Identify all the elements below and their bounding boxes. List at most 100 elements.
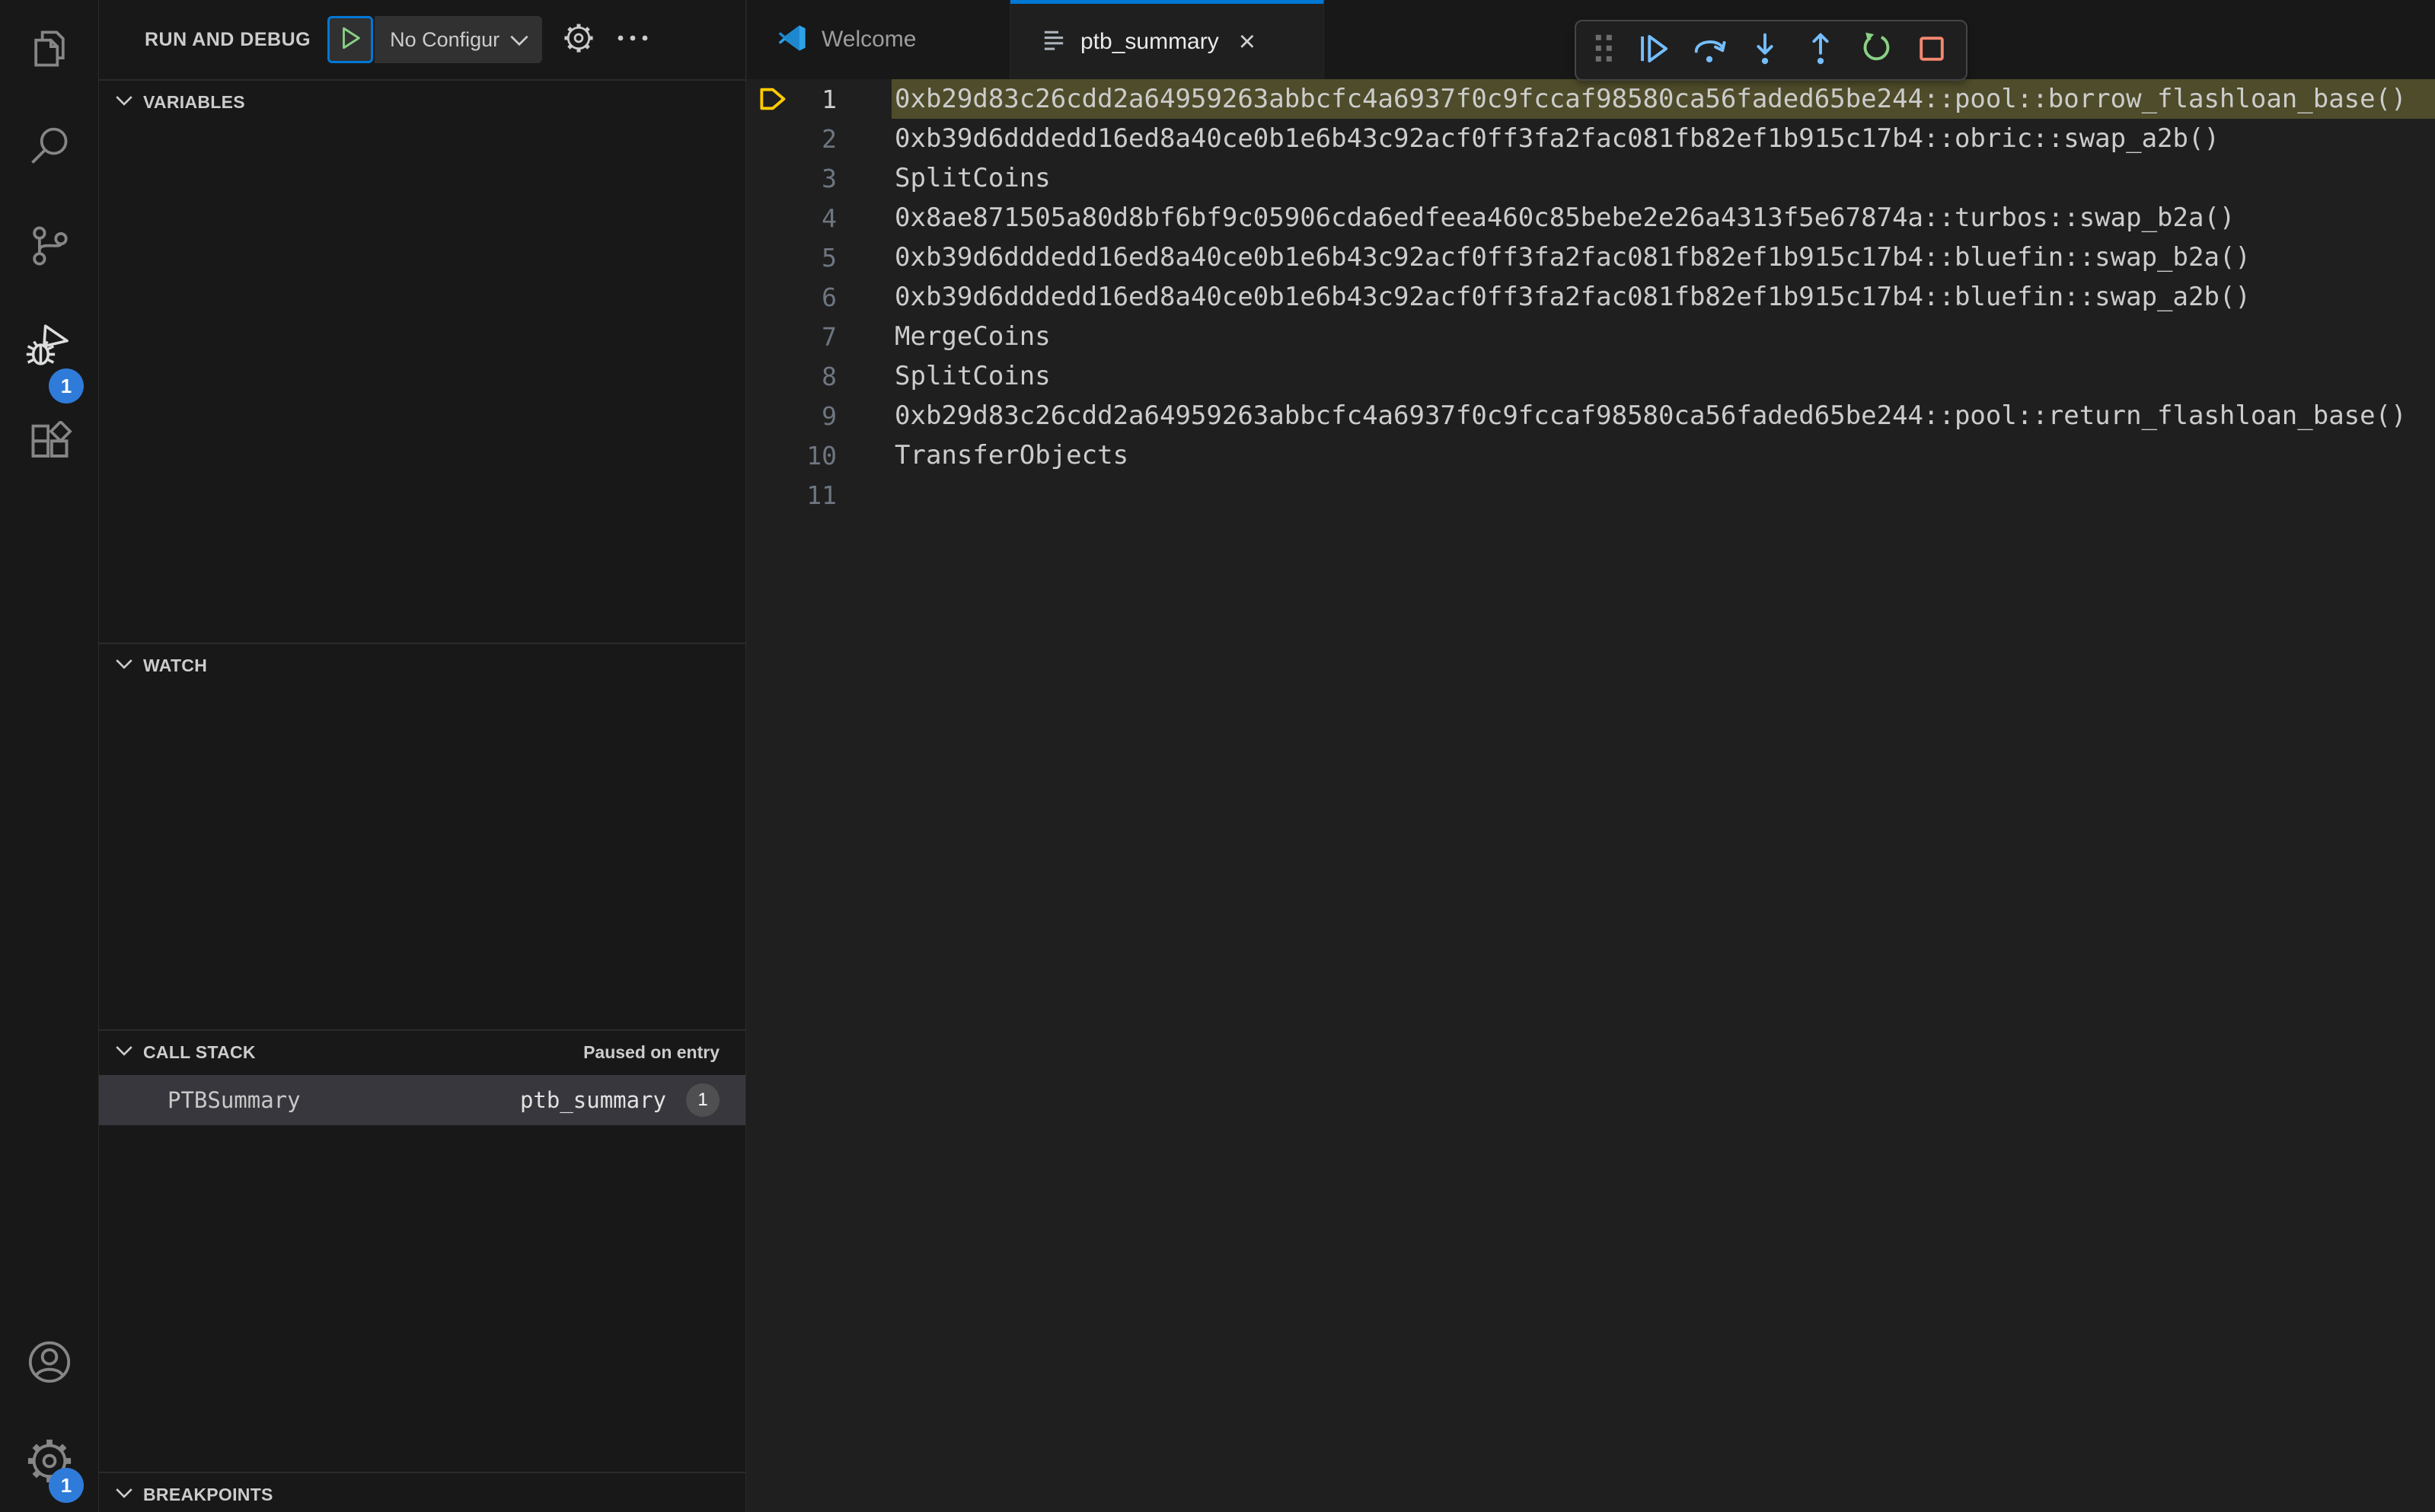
settings-badge: 1: [49, 1468, 84, 1503]
code-line[interactable]: 3 SplitCoins: [747, 158, 2435, 198]
activity-bar-top: 1: [0, 0, 98, 495]
breakpoints-section-header[interactable]: BREAKPOINTS: [99, 1473, 745, 1512]
toolbar-drag-handle[interactable]: [1593, 33, 1616, 69]
code-line[interactable]: 6 0xb39d6dddedd16ed8a40ce0b1e6b43c92acf0f…: [747, 277, 2435, 317]
sidebar-item-search[interactable]: [0, 99, 98, 198]
sidebar-item-run-and-debug[interactable]: 1: [0, 297, 98, 404]
sidebar-item-settings[interactable]: 1: [0, 1413, 98, 1512]
code-line[interactable]: 10 TransferObjects: [747, 435, 2435, 475]
line-content[interactable]: 0x8ae871505a80d8bf6bf9c05906cda6edfeea46…: [892, 198, 2435, 238]
tab-welcome[interactable]: Welcome: [747, 0, 1010, 79]
variables-section-header[interactable]: VARIABLES: [99, 81, 745, 123]
restart-button[interactable]: [1859, 31, 1894, 70]
line-number[interactable]: 10: [793, 441, 837, 471]
vscode-window: 1 1 RUN AND DEBUG No Configur VARIABLES …: [0, 0, 2435, 1512]
code-line[interactable]: 1 0xb29d83c26cdd2a64959263abbcfc4a6937f0c…: [747, 79, 2435, 119]
line-content[interactable]: [892, 475, 2435, 515]
code-line[interactable]: 4 0x8ae871505a80d8bf6bf9c05906cda6edfeea4…: [747, 198, 2435, 238]
call-stack-frame-row[interactable]: PTBSummary ptb_summary 1: [99, 1075, 745, 1125]
line-number[interactable]: 8: [793, 362, 837, 391]
step-into-icon: [1747, 31, 1782, 70]
line-content[interactable]: MergeCoins: [892, 317, 2435, 356]
sidebar-header: RUN AND DEBUG No Configur: [99, 0, 745, 79]
line-text: 0xb39d6dddedd16ed8a40ce0b1e6b43c92acf0ff…: [895, 123, 2220, 154]
code-line[interactable]: 11: [747, 475, 2435, 515]
code-editor[interactable]: 1 0xb29d83c26cdd2a64959263abbcfc4a6937f0c…: [747, 79, 2435, 1512]
line-text: SplitCoins: [895, 163, 1051, 193]
continue-button[interactable]: [1636, 31, 1671, 70]
close-icon[interactable]: ×: [1239, 27, 1256, 56]
launch-controls: No Configur: [327, 16, 543, 63]
editor-group: Welcome ptb_summary × 1 0xb29d83c26cdd2a…: [747, 0, 2435, 1512]
step-into-button[interactable]: [1747, 31, 1782, 70]
line-content[interactable]: TransferObjects: [892, 435, 2435, 475]
breakpoints-section: BREAKPOINTS: [99, 1472, 745, 1512]
editor-tab-bar: Welcome ptb_summary ×: [747, 0, 2435, 81]
continue-icon: [1636, 31, 1671, 70]
open-launch-json-button[interactable]: [562, 21, 595, 59]
stop-icon: [1914, 31, 1949, 70]
line-content[interactable]: 0xb39d6dddedd16ed8a40ce0b1e6b43c92acf0ff…: [892, 277, 2435, 317]
code-line[interactable]: 5 0xb39d6dddedd16ed8a40ce0b1e6b43c92acf0f…: [747, 238, 2435, 277]
ellipsis-icon: [615, 33, 650, 47]
call-stack-section-header[interactable]: CALL STACK Paused on entry: [99, 1031, 745, 1073]
step-out-button[interactable]: [1803, 31, 1838, 70]
start-debugging-button[interactable]: [327, 16, 374, 63]
line-text: TransferObjects: [895, 440, 1129, 471]
line-text: SplitCoins: [895, 361, 1051, 391]
activity-bar: 1 1: [0, 0, 99, 1512]
debug-icon: [25, 321, 74, 373]
line-number[interactable]: 2: [793, 124, 837, 154]
sidebar-item-extensions[interactable]: [0, 396, 98, 495]
line-number[interactable]: 5: [793, 243, 837, 273]
chevron-down-icon: [116, 659, 132, 673]
code-line[interactable]: 7 MergeCoins: [747, 317, 2435, 356]
debug-configuration-label: No Configur: [390, 27, 500, 51]
stop-button[interactable]: [1914, 31, 1949, 70]
code-line[interactable]: 2 0xb39d6dddedd16ed8a40ce0b1e6b43c92acf0f…: [747, 119, 2435, 158]
views-and-more-actions-button[interactable]: [615, 33, 650, 47]
account-icon: [26, 1338, 73, 1389]
chevron-down-icon: [510, 28, 528, 52]
source-control-icon: [27, 223, 72, 273]
sidebar-item-source-control[interactable]: [0, 198, 98, 297]
line-content[interactable]: SplitCoins: [892, 356, 2435, 396]
variables-section: VARIABLES: [99, 79, 745, 643]
tab-ptb-summary[interactable]: ptb_summary ×: [1010, 0, 1324, 79]
activity-bar-bottom: 1: [0, 1314, 98, 1512]
play-icon: [337, 25, 363, 55]
call-stack-section-label: CALL STACK: [143, 1041, 256, 1062]
breakpoints-section-label: BREAKPOINTS: [143, 1484, 273, 1504]
line-number[interactable]: 6: [793, 282, 837, 312]
call-stack-section: CALL STACK Paused on entry PTBSummary pt…: [99, 1029, 745, 1472]
code-line[interactable]: 9 0xb29d83c26cdd2a64959263abbcfc4a6937f0c…: [747, 396, 2435, 435]
sidebar-item-accounts[interactable]: [0, 1314, 98, 1413]
line-content[interactable]: 0xb29d83c26cdd2a64959263abbcfc4a6937f0c9…: [892, 79, 2435, 119]
chevron-down-icon: [116, 1488, 132, 1502]
code-line[interactable]: 8 SplitCoins: [747, 356, 2435, 396]
tab-label: Welcome: [822, 27, 917, 52]
step-over-button[interactable]: [1692, 31, 1727, 70]
debug-current-line-arrow-icon: [747, 87, 793, 111]
line-content[interactable]: 0xb29d83c26cdd2a64959263abbcfc4a6937f0c9…: [892, 396, 2435, 435]
debug-toolbar: [1575, 20, 1967, 81]
line-content[interactable]: 0xb39d6dddedd16ed8a40ce0b1e6b43c92acf0ff…: [892, 238, 2435, 277]
line-number[interactable]: 4: [793, 203, 837, 233]
sidebar-item-explorer[interactable]: [0, 0, 98, 99]
gripper-icon: [1593, 33, 1616, 69]
line-content[interactable]: SplitCoins: [892, 158, 2435, 198]
line-number[interactable]: 9: [793, 401, 837, 431]
line-number[interactable]: 11: [793, 480, 837, 510]
files-icon: [27, 25, 72, 75]
line-number[interactable]: 7: [793, 322, 837, 352]
line-number[interactable]: 3: [793, 164, 837, 193]
sidebar-title: RUN AND DEBUG: [145, 28, 311, 50]
watch-section: WATCH: [99, 643, 745, 1029]
line-content[interactable]: 0xb39d6dddedd16ed8a40ce0b1e6b43c92acf0ff…: [892, 119, 2435, 158]
line-number[interactable]: 1: [793, 85, 837, 114]
tab-label: ptb_summary: [1080, 28, 1219, 54]
watch-section-header[interactable]: WATCH: [99, 644, 745, 687]
line-text: 0xb29d83c26cdd2a64959263abbcfc4a6937f0c9…: [895, 400, 2407, 431]
frame-count-badge: 1: [686, 1083, 720, 1117]
debug-configuration-dropdown[interactable]: No Configur: [375, 16, 543, 63]
